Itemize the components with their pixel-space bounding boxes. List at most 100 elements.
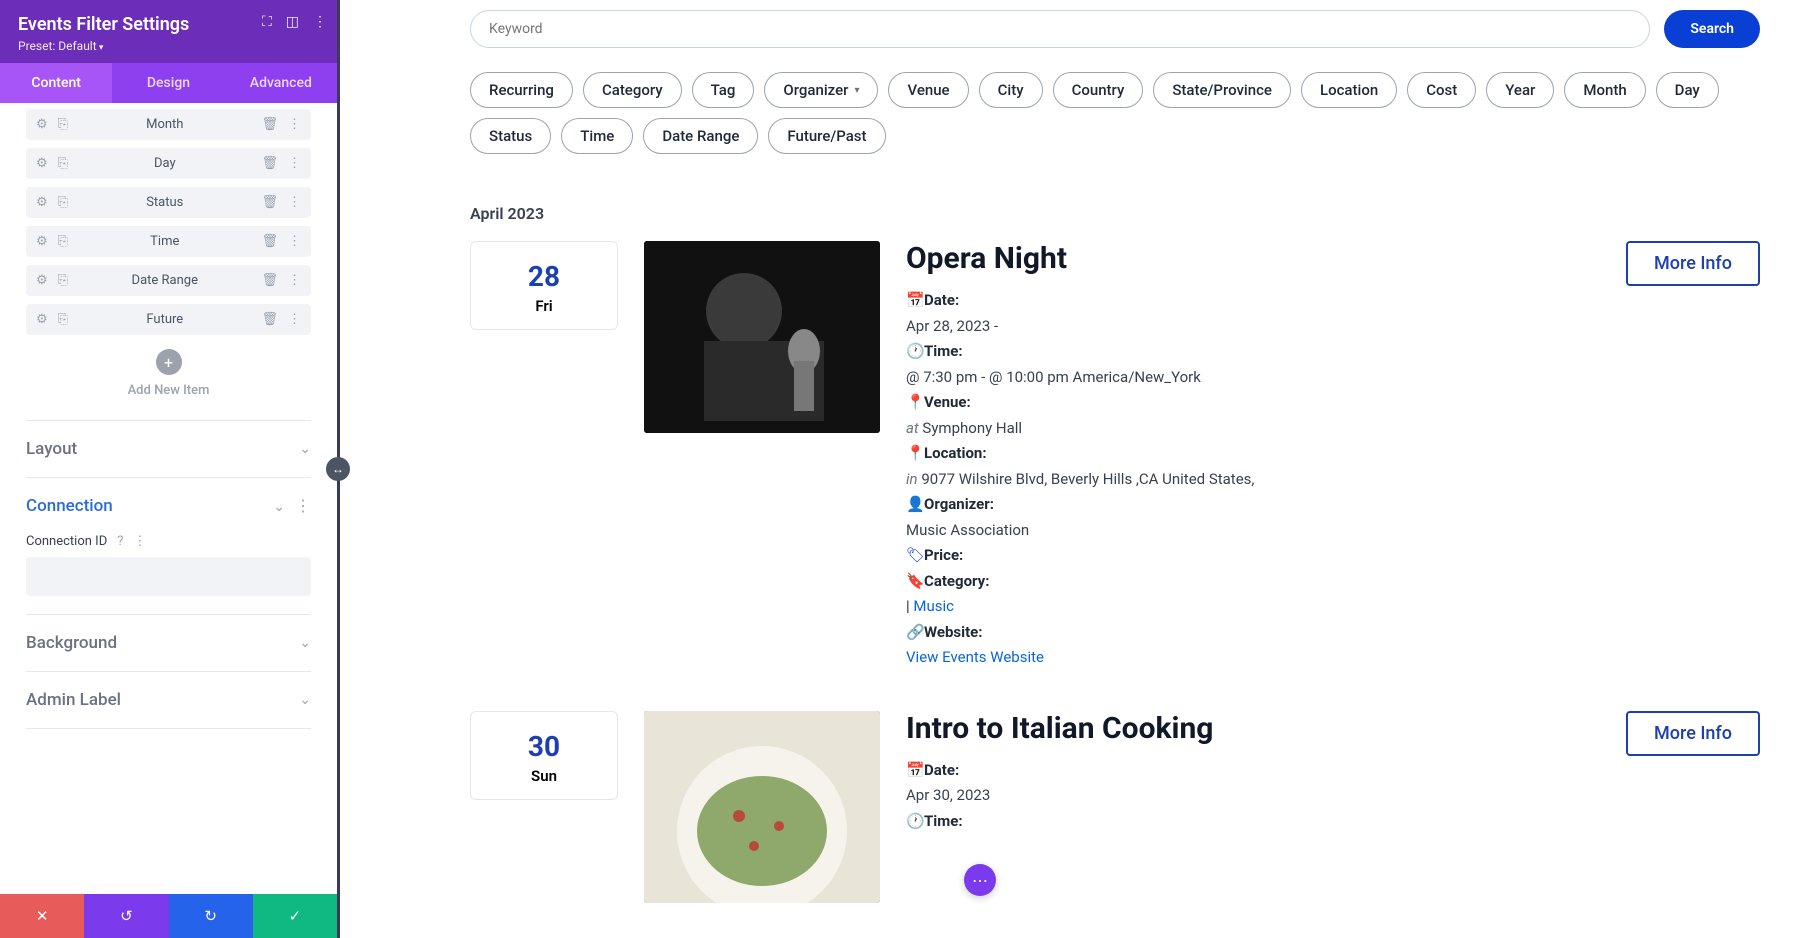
event-location: 9077 Wilshire Blvd, Beverly Hills ,CA Un… — [921, 470, 1254, 488]
filter-chip-recurring[interactable]: Recurring — [470, 72, 573, 108]
chevron-down-icon: ⌄ — [299, 441, 311, 457]
filter-chip-venue[interactable]: Venue — [888, 72, 968, 108]
connection-id-label: Connection ID — [26, 534, 107, 549]
filter-chip-day[interactable]: Day — [1656, 72, 1719, 108]
item-more-icon[interactable]: ⋮ — [288, 234, 301, 249]
trash-icon[interactable]: 🗑 — [261, 156, 278, 171]
date-number: 30 — [471, 730, 617, 763]
cancel-button[interactable]: ✕ — [0, 894, 84, 938]
item-more-icon[interactable]: ⋮ — [288, 195, 301, 210]
filter-chip-category[interactable]: Category — [583, 72, 682, 108]
section-background[interactable]: Background ⌄ — [26, 614, 311, 671]
sidebar-footer: ✕ ↺ ↻ ✓ — [0, 894, 337, 938]
duplicate-icon[interactable]: ⎘ — [58, 273, 68, 288]
filter-chip-date-range[interactable]: Date Range — [643, 118, 758, 154]
sidebar-header: Events Filter Settings Preset: Default ⛶… — [0, 0, 337, 63]
event-title: Opera Night — [906, 241, 1600, 276]
filter-chip-year[interactable]: Year — [1486, 72, 1554, 108]
item-more-icon[interactable]: ⋮ — [288, 117, 301, 132]
event-venue: Symphony Hall — [922, 419, 1022, 437]
filter-chip-future-past[interactable]: Future/Past — [768, 118, 885, 154]
filter-chip-status[interactable]: Status — [470, 118, 551, 154]
pin-icon: 📍 — [906, 441, 920, 467]
trash-icon[interactable]: 🗑 — [261, 234, 278, 249]
more-icon[interactable]: ⋮ — [313, 14, 327, 30]
more-info-button[interactable]: More Info — [1626, 711, 1760, 756]
item-more-icon[interactable]: ⋮ — [288, 273, 301, 288]
duplicate-icon[interactable]: ⎘ — [58, 312, 68, 327]
bookmark-icon: 🔖 — [906, 569, 920, 595]
help-icon[interactable]: ? — [117, 534, 123, 549]
event-date: Apr 28, 2023 - — [906, 314, 1600, 340]
item-label: Time — [68, 234, 261, 249]
duplicate-icon[interactable]: ⎘ — [58, 156, 68, 171]
trash-icon[interactable]: 🗑 — [261, 195, 278, 210]
filter-item-month[interactable]: ⚙⎘ Month 🗑⋮ — [26, 109, 311, 140]
connection-id-input[interactable] — [26, 557, 311, 596]
filter-chip-organizer[interactable]: Organizer▾ — [764, 72, 878, 108]
trash-icon[interactable]: 🗑 — [261, 312, 278, 327]
gear-icon[interactable]: ⚙ — [36, 117, 48, 132]
item-more-icon[interactable]: ⋮ — [288, 156, 301, 171]
item-label: Status — [68, 195, 261, 210]
gear-icon[interactable]: ⚙ — [36, 195, 48, 210]
search-button[interactable]: Search — [1664, 10, 1760, 48]
chevron-down-icon: ⌄ — [299, 692, 311, 708]
chevron-down-icon: ⌄ — [299, 635, 311, 651]
more-info-button[interactable]: More Info — [1626, 241, 1760, 286]
tab-advanced[interactable]: Advanced — [225, 63, 337, 103]
filter-chips: Recurring Category TagOrganizer▾ Venue City C… — [470, 72, 1760, 154]
filter-chip-month[interactable]: Month — [1564, 72, 1645, 108]
field-more-icon[interactable]: ⋮ — [133, 534, 146, 549]
gear-icon[interactable]: ⚙ — [36, 234, 48, 249]
event-date: Apr 30, 2023 — [906, 783, 1600, 809]
filter-chip-time[interactable]: Time — [561, 118, 633, 154]
tab-design[interactable]: Design — [112, 63, 224, 103]
filter-item-day[interactable]: ⚙ ⎘ Day 🗑 ⋮ — [26, 148, 311, 179]
gear-icon[interactable]: ⚙ — [36, 156, 48, 171]
redo-button[interactable]: ↻ — [169, 894, 253, 938]
settings-tabs: Content Design Advanced — [0, 63, 337, 103]
calendar-icon: 📅 — [906, 758, 920, 784]
filter-chip-location[interactable]: Location — [1301, 72, 1397, 108]
person-icon: 👤 — [906, 492, 920, 518]
save-button[interactable]: ✓ — [253, 894, 337, 938]
filter-item-date-range[interactable]: ⚙⎘ Date Range 🗑⋮ — [26, 265, 311, 296]
filter-item-time[interactable]: ⚙ ⎘ Time 🗑 ⋮ — [26, 226, 311, 257]
duplicate-icon[interactable]: ⎘ — [58, 117, 68, 132]
panel-icon[interactable]: ◫ — [286, 14, 299, 30]
gear-icon[interactable]: ⚙ — [36, 312, 48, 327]
month-header: April 2023 — [470, 204, 1760, 223]
expand-icon[interactable]: ⛶ — [262, 14, 272, 30]
filter-chip-state-province[interactable]: State/Province — [1153, 72, 1291, 108]
item-label: Day — [68, 156, 261, 171]
item-more-icon[interactable]: ⋮ — [288, 312, 301, 327]
filter-item-status[interactable]: ⚙ ⎘ Status 🗑 ⋮ — [26, 187, 311, 218]
clock-icon: 🕐 — [906, 809, 920, 835]
trash-icon[interactable]: 🗑 — [261, 117, 278, 132]
pin-icon: 📍 — [906, 390, 920, 416]
event-website-link[interactable]: View Events Website — [906, 648, 1044, 666]
filter-chip-cost[interactable]: Cost — [1407, 72, 1476, 108]
add-item-button[interactable]: + — [156, 349, 182, 375]
section-more-icon[interactable]: ⋮ — [295, 496, 311, 515]
duplicate-icon[interactable]: ⎘ — [58, 195, 68, 210]
filter-chip-city[interactable]: City — [979, 72, 1043, 108]
section-admin-label[interactable]: Admin Label ⌄ — [26, 671, 311, 729]
keyword-input[interactable] — [470, 10, 1650, 48]
floating-action-button[interactable]: ⋯ — [964, 864, 996, 896]
duplicate-icon[interactable]: ⎘ — [58, 234, 68, 249]
preset-selector[interactable]: Preset: Default — [18, 39, 319, 53]
filter-chip-country[interactable]: Country — [1053, 72, 1144, 108]
tab-content[interactable]: Content — [0, 63, 112, 103]
event-image — [644, 241, 880, 433]
event-category-link[interactable]: Music — [913, 597, 954, 615]
add-item-label: Add New Item — [26, 383, 311, 398]
trash-icon[interactable]: 🗑 — [261, 273, 278, 288]
section-connection[interactable]: Connection ⌄⋮ — [26, 477, 311, 534]
undo-button[interactable]: ↺ — [84, 894, 168, 938]
filter-item-future[interactable]: ⚙⎘ Future 🗑⋮ — [26, 304, 311, 335]
filter-chip-tag[interactable]: Tag — [692, 72, 755, 108]
gear-icon[interactable]: ⚙ — [36, 273, 48, 288]
section-layout[interactable]: Layout ⌄ — [26, 420, 311, 477]
